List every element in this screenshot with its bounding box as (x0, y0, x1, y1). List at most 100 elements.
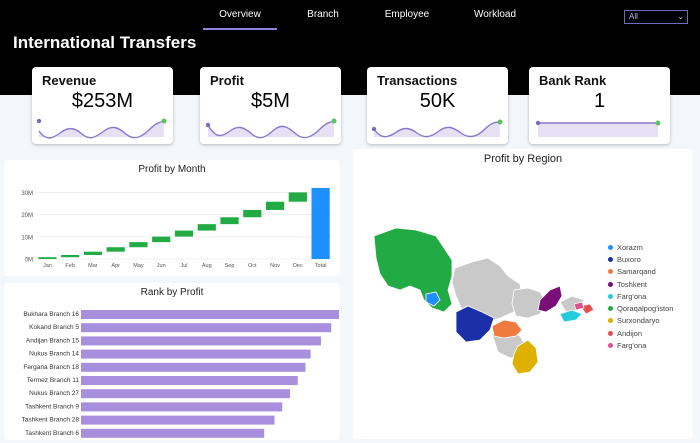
waterfall-bar[interactable] (243, 209, 262, 218)
legend-dot (608, 293, 613, 299)
legend-dot (608, 306, 613, 312)
waterfall-bar[interactable] (61, 255, 80, 258)
region-qoraqalpogiston[interactable] (373, 227, 453, 313)
page-title: International Transfers (13, 33, 197, 52)
legend-label: Farg'ona (617, 291, 647, 301)
category-label: Termez Branch 11 (27, 377, 80, 384)
category-label: Nukus Branch 14 (29, 351, 79, 358)
waterfall-bar[interactable] (129, 242, 148, 248)
waterfall-bar[interactable] (288, 192, 307, 202)
sparkline-area (208, 121, 334, 138)
rank-bar[interactable] (81, 428, 265, 438)
x-tick-label: Feb (65, 263, 74, 269)
profit-sparkline (205, 118, 337, 139)
rank-bar[interactable] (81, 362, 306, 372)
legend-dot (608, 256, 613, 262)
legend-item[interactable]: Xorazm (608, 241, 673, 253)
sparkline-start-dot (36, 118, 42, 124)
region-legend: Xorazm Buxoro Samarqand Toshkent Farg'on… (608, 241, 673, 352)
category-label: Bukhara Branch 16 (23, 311, 79, 318)
region-toshkent[interactable] (537, 285, 563, 313)
profit-by-month-panel: Profit by Month 0M 10M 20M 30M Jan Feb Mar Apr M… (4, 160, 340, 276)
legend-dot (608, 281, 613, 287)
sparkline-area (538, 123, 658, 137)
x-tick-label: Aug (202, 263, 212, 269)
sparkline-start-dot (205, 122, 211, 128)
category-label: Tashkent Branch 28 (22, 417, 80, 424)
waterfall-bar[interactable] (38, 257, 57, 259)
tab-employee[interactable]: Employee (373, 0, 441, 30)
region-filter-select[interactable]: All ⌄ (624, 10, 688, 24)
x-tick-label: Apr (111, 263, 120, 269)
waterfall-bar[interactable] (83, 251, 103, 256)
y-tick-label: 30M (21, 191, 33, 197)
x-tick-label: Sep (225, 263, 235, 269)
sparkline-area (39, 121, 164, 138)
rank-bar[interactable] (81, 336, 321, 346)
legend-item[interactable]: Surxondaryo (608, 315, 673, 327)
kpi-label: Transactions (377, 73, 458, 88)
kpi-card-transactions: Transactions 50K (367, 67, 508, 144)
x-tick-label: Mar (88, 263, 98, 269)
waterfall-bar[interactable] (152, 236, 171, 243)
legend-item[interactable]: Toshkent (608, 278, 673, 290)
category-label: Andijan Branch 15 (26, 337, 80, 344)
kpi-card-revenue: Revenue $253M (32, 67, 173, 144)
legend-dot (608, 269, 613, 275)
bank-rank-sparkline (535, 120, 661, 137)
kpi-label: Bank Rank (539, 73, 607, 88)
category-label: Kokand Branch 5 (29, 324, 79, 331)
rank-bar[interactable] (81, 349, 311, 359)
legend-item[interactable]: Farg'ona (608, 339, 673, 351)
tab-branch[interactable]: Branch (277, 0, 369, 30)
x-tick-label: Jun (157, 263, 166, 269)
rank-bar[interactable] (81, 323, 332, 333)
category-label: Fergana Branch 18 (23, 364, 79, 371)
waterfall-bar[interactable] (174, 230, 194, 237)
legend-item[interactable]: Andijon (608, 327, 673, 339)
tab-workload[interactable]: Workload (449, 0, 541, 30)
legend-dot (608, 343, 613, 349)
legend-label: Surxondaryo (617, 316, 660, 326)
legend-item[interactable]: Farg'ona (608, 290, 673, 302)
nav-tabs: Overview Branch Employee Workload (203, 0, 541, 32)
kpi-label: Revenue (42, 73, 97, 88)
tab-overview[interactable]: Overview (203, 0, 277, 30)
chevron-down-icon: ⌄ (677, 12, 684, 21)
rank-bar[interactable] (81, 389, 290, 399)
legend-item[interactable]: Samarqand (608, 266, 673, 278)
kpi-value: 1 (593, 90, 606, 112)
x-tick-label: Jul (180, 263, 187, 269)
sparkline-end-dot (497, 119, 503, 125)
kpi-value: 50K (419, 90, 456, 112)
rank-bar[interactable] (81, 402, 283, 412)
waterfall-bar[interactable] (197, 224, 216, 231)
legend-dot (608, 318, 613, 324)
kpi-value: $5M (251, 90, 290, 112)
x-tick-label: Jan (43, 263, 52, 269)
kpi-card-bank-rank: Bank Rank 1 (529, 67, 670, 144)
waterfall-bar[interactable] (265, 201, 285, 210)
waterfall-bar[interactable] (106, 247, 125, 252)
sparkline-start-dot (535, 120, 541, 126)
revenue-sparkline (36, 118, 167, 139)
rank-by-profit-panel: Rank by Profit Bukhara Branch 16 Kokand B… (4, 283, 340, 440)
kpi-card-profit: Profit $5M (200, 67, 341, 144)
x-tick-label: Nov (270, 263, 280, 269)
legend-item[interactable]: Qoraqalpog'iston (608, 302, 673, 314)
legend-item[interactable]: Buxoro (608, 253, 673, 265)
category-label: Tashkent Branch 9 (25, 403, 79, 410)
x-tick-label: Dec (293, 263, 303, 269)
x-tick-label: May (133, 263, 144, 269)
legend-label: Xorazm (617, 242, 643, 252)
rank-bar[interactable] (81, 376, 298, 385)
rank-bar[interactable] (81, 310, 339, 319)
waterfall-bar[interactable] (311, 187, 330, 259)
x-tick-label: Oct (248, 263, 257, 269)
kpi-value: $253M (71, 90, 134, 112)
legend-label: Andijon (617, 328, 643, 338)
waterfall-bar[interactable] (220, 217, 239, 225)
category-label: Tashkent Branch 6 (25, 430, 79, 437)
rank-bar[interactable] (81, 415, 275, 425)
region-fargona[interactable] (559, 309, 583, 323)
